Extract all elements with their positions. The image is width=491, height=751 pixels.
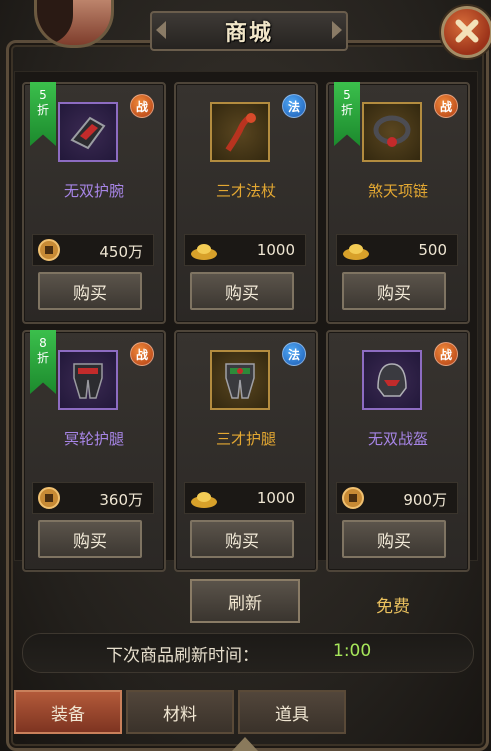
leg-guard-icon [73,363,103,399]
necklace-icon [373,115,411,147]
item-price: 450万 [99,243,143,261]
discount-ribbon: 5折 [30,82,56,146]
staff-icon [225,113,256,152]
item-icon-helmet[interactable] [362,350,422,410]
gold-ingot-icon [191,492,217,508]
buy-button[interactable]: 购买 [38,272,142,310]
class-badge-warrior: 战 [130,94,154,118]
price-row: 1000 [184,482,306,514]
leg-guard-icon [225,363,255,399]
gold-ingot-icon [191,244,217,260]
price-row: 900万 [336,482,458,514]
shop-window: 商城 5折 战 无双护腕 450万 购买 法 三才法杖 1000 购买 5折 战… [0,0,491,751]
item-icon-necklace[interactable] [362,102,422,162]
class-badge-warrior: 战 [130,342,154,366]
item-icon-bracer[interactable] [58,102,118,162]
gold-ingot-icon [343,244,369,260]
coin-icon [38,487,60,509]
item-icon-leg-guard[interactable] [210,350,270,410]
bracer-icon [70,116,106,150]
buy-button[interactable]: 购买 [190,520,294,558]
item-price: 1000 [256,241,295,259]
item-icon-leg-guard[interactable] [58,350,118,410]
item-icon-staff[interactable] [210,102,270,162]
shop-item-card: 8折 战 冥轮护腿 360万 购买 [22,330,166,572]
item-price: 900万 [403,491,447,509]
item-name: 无双护腕 [63,182,124,200]
class-badge-mage: 法 [282,94,306,118]
item-name: 冥轮护腿 [63,430,124,448]
helmet-icon [377,363,407,397]
item-name: 三才法杖 [215,182,276,200]
buy-button[interactable]: 购买 [342,520,446,558]
title-ornament-left-icon [156,21,166,39]
refresh-timer-label: 下次商品刷新时间： [106,646,259,666]
title-ornament-right-icon [332,21,342,39]
shop-item-card: 战 无双战盔 900万 购买 [326,330,470,572]
item-name: 三才护腿 [215,430,276,448]
refresh-timer-value: 1:00 [333,641,372,661]
refresh-button[interactable]: 刷新 [190,579,300,623]
item-name: 煞天项链 [367,182,428,200]
price-row: 360万 [32,482,154,514]
item-name: 无双战盔 [367,430,428,448]
buy-button[interactable]: 购买 [190,272,294,310]
buy-button[interactable]: 购买 [38,520,142,558]
coin-icon [38,239,60,261]
discount-ribbon: 5折 [334,82,360,146]
window-title: 商城 [224,21,273,46]
shop-item-card: 5折 战 无双护腕 450万 购买 [22,82,166,324]
item-price: 1000 [256,489,295,507]
shop-item-card: 法 三才护腿 1000 购买 [174,330,318,572]
item-price: 360万 [99,491,143,509]
title-bar: 商城 [150,11,348,51]
price-row: 450万 [32,234,154,266]
coin-icon [342,487,364,509]
discount-ribbon: 8折 [30,330,56,394]
buy-button[interactable]: 购买 [342,272,446,310]
class-badge-warrior: 战 [434,342,458,366]
price-row: 1000 [184,234,306,266]
shop-item-card: 5折 战 煞天项链 500 购买 [326,82,470,324]
class-badge-mage: 法 [282,342,306,366]
close-button[interactable] [441,6,491,58]
class-badge-warrior: 战 [434,94,458,118]
price-row: 500 [336,234,458,266]
tab-materials[interactable]: 材料 [126,690,234,734]
tab-equipment[interactable]: 装备 [14,690,122,734]
shop-item-card: 法 三才法杖 1000 购买 [174,82,318,324]
tab-items[interactable]: 道具 [238,690,346,734]
item-price: 500 [418,241,447,259]
refresh-cost-text: 免费 [376,597,410,617]
